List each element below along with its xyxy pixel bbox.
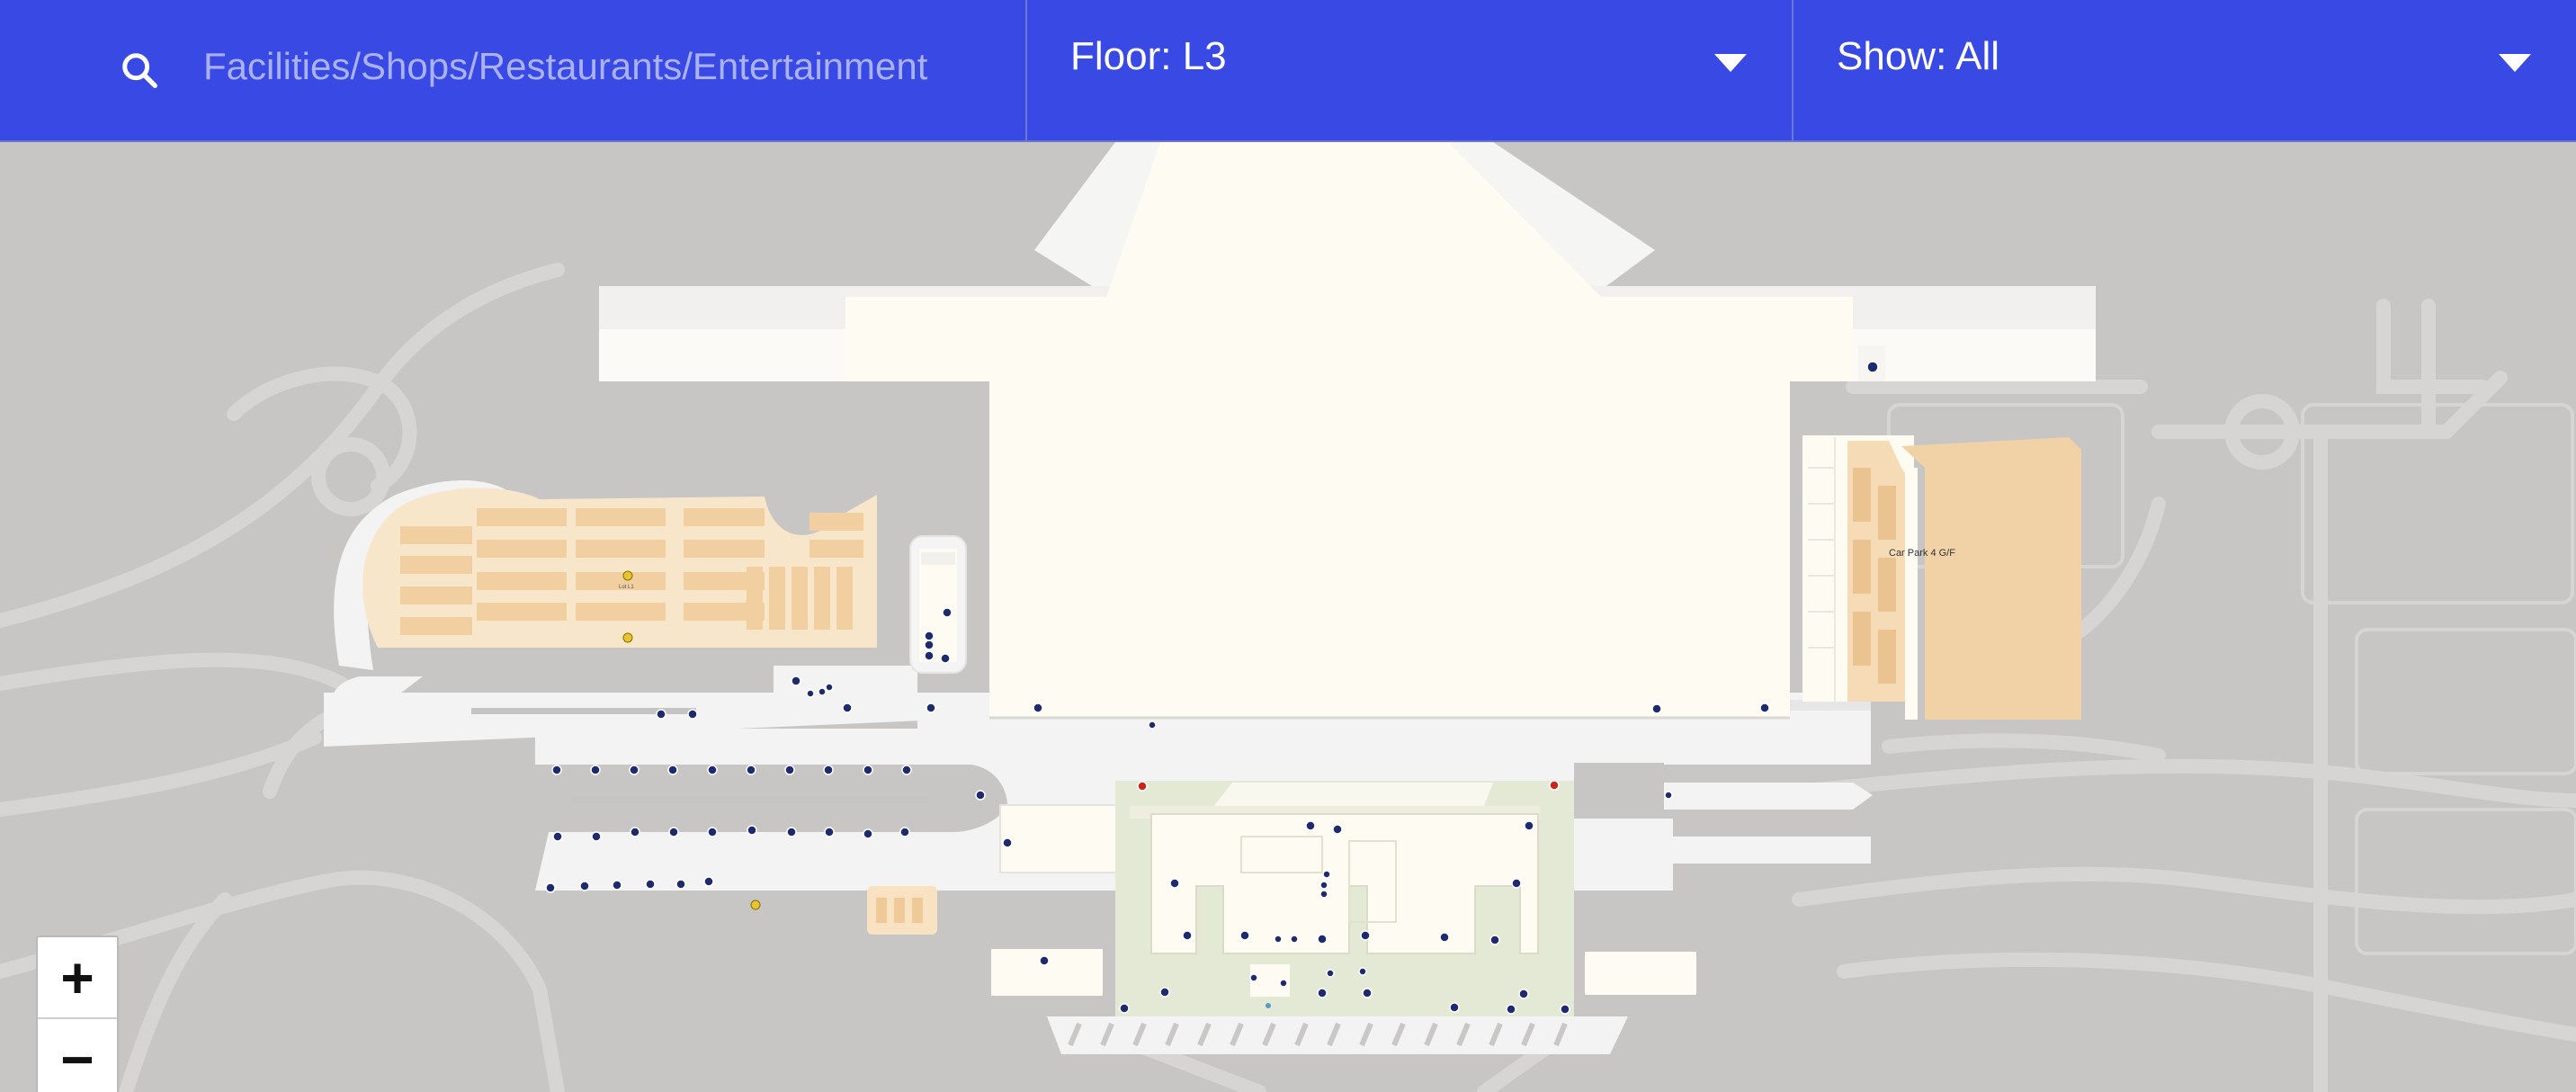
left-car-park	[362, 488, 877, 648]
zoom-out-button[interactable]: −	[38, 1017, 117, 1092]
floor-value: L3	[1182, 34, 1227, 78]
kiosk-building	[909, 535, 967, 674]
right-car-park	[1802, 435, 2081, 720]
chevron-down-icon[interactable]	[1714, 54, 1747, 72]
search-section	[0, 0, 1027, 142]
show-prefix: Show:	[1837, 34, 1956, 78]
zoom-in-button[interactable]: +	[38, 937, 117, 1017]
info-marker[interactable]	[1266, 1003, 1271, 1008]
show-value: All	[1955, 34, 1999, 78]
car-park-label: Car Park 4 G/F	[1889, 548, 1955, 559]
floor-prefix: Floor:	[1070, 34, 1183, 78]
search-icon[interactable]	[119, 49, 160, 91]
floor-select-label: Floor: L3	[1070, 34, 1227, 79]
show-select[interactable]: Show: All	[1793, 0, 2576, 142]
show-select-label: Show: All	[1837, 34, 1999, 79]
small-lot-label: Lot L1	[619, 585, 634, 590]
top-toolbar: Floor: L3 Show: All	[0, 0, 2576, 142]
search-input[interactable]	[203, 34, 977, 99]
floor-plan-map[interactable]: Car Park 4 G/F Lot L1	[0, 142, 2576, 1092]
floor-select[interactable]: Floor: L3	[1027, 0, 1793, 142]
zoom-control: + −	[36, 935, 119, 1092]
map-canvas[interactable]: Car Park 4 G/F Lot L1 + −	[0, 142, 2576, 1092]
chevron-down-icon[interactable]	[2499, 54, 2531, 72]
